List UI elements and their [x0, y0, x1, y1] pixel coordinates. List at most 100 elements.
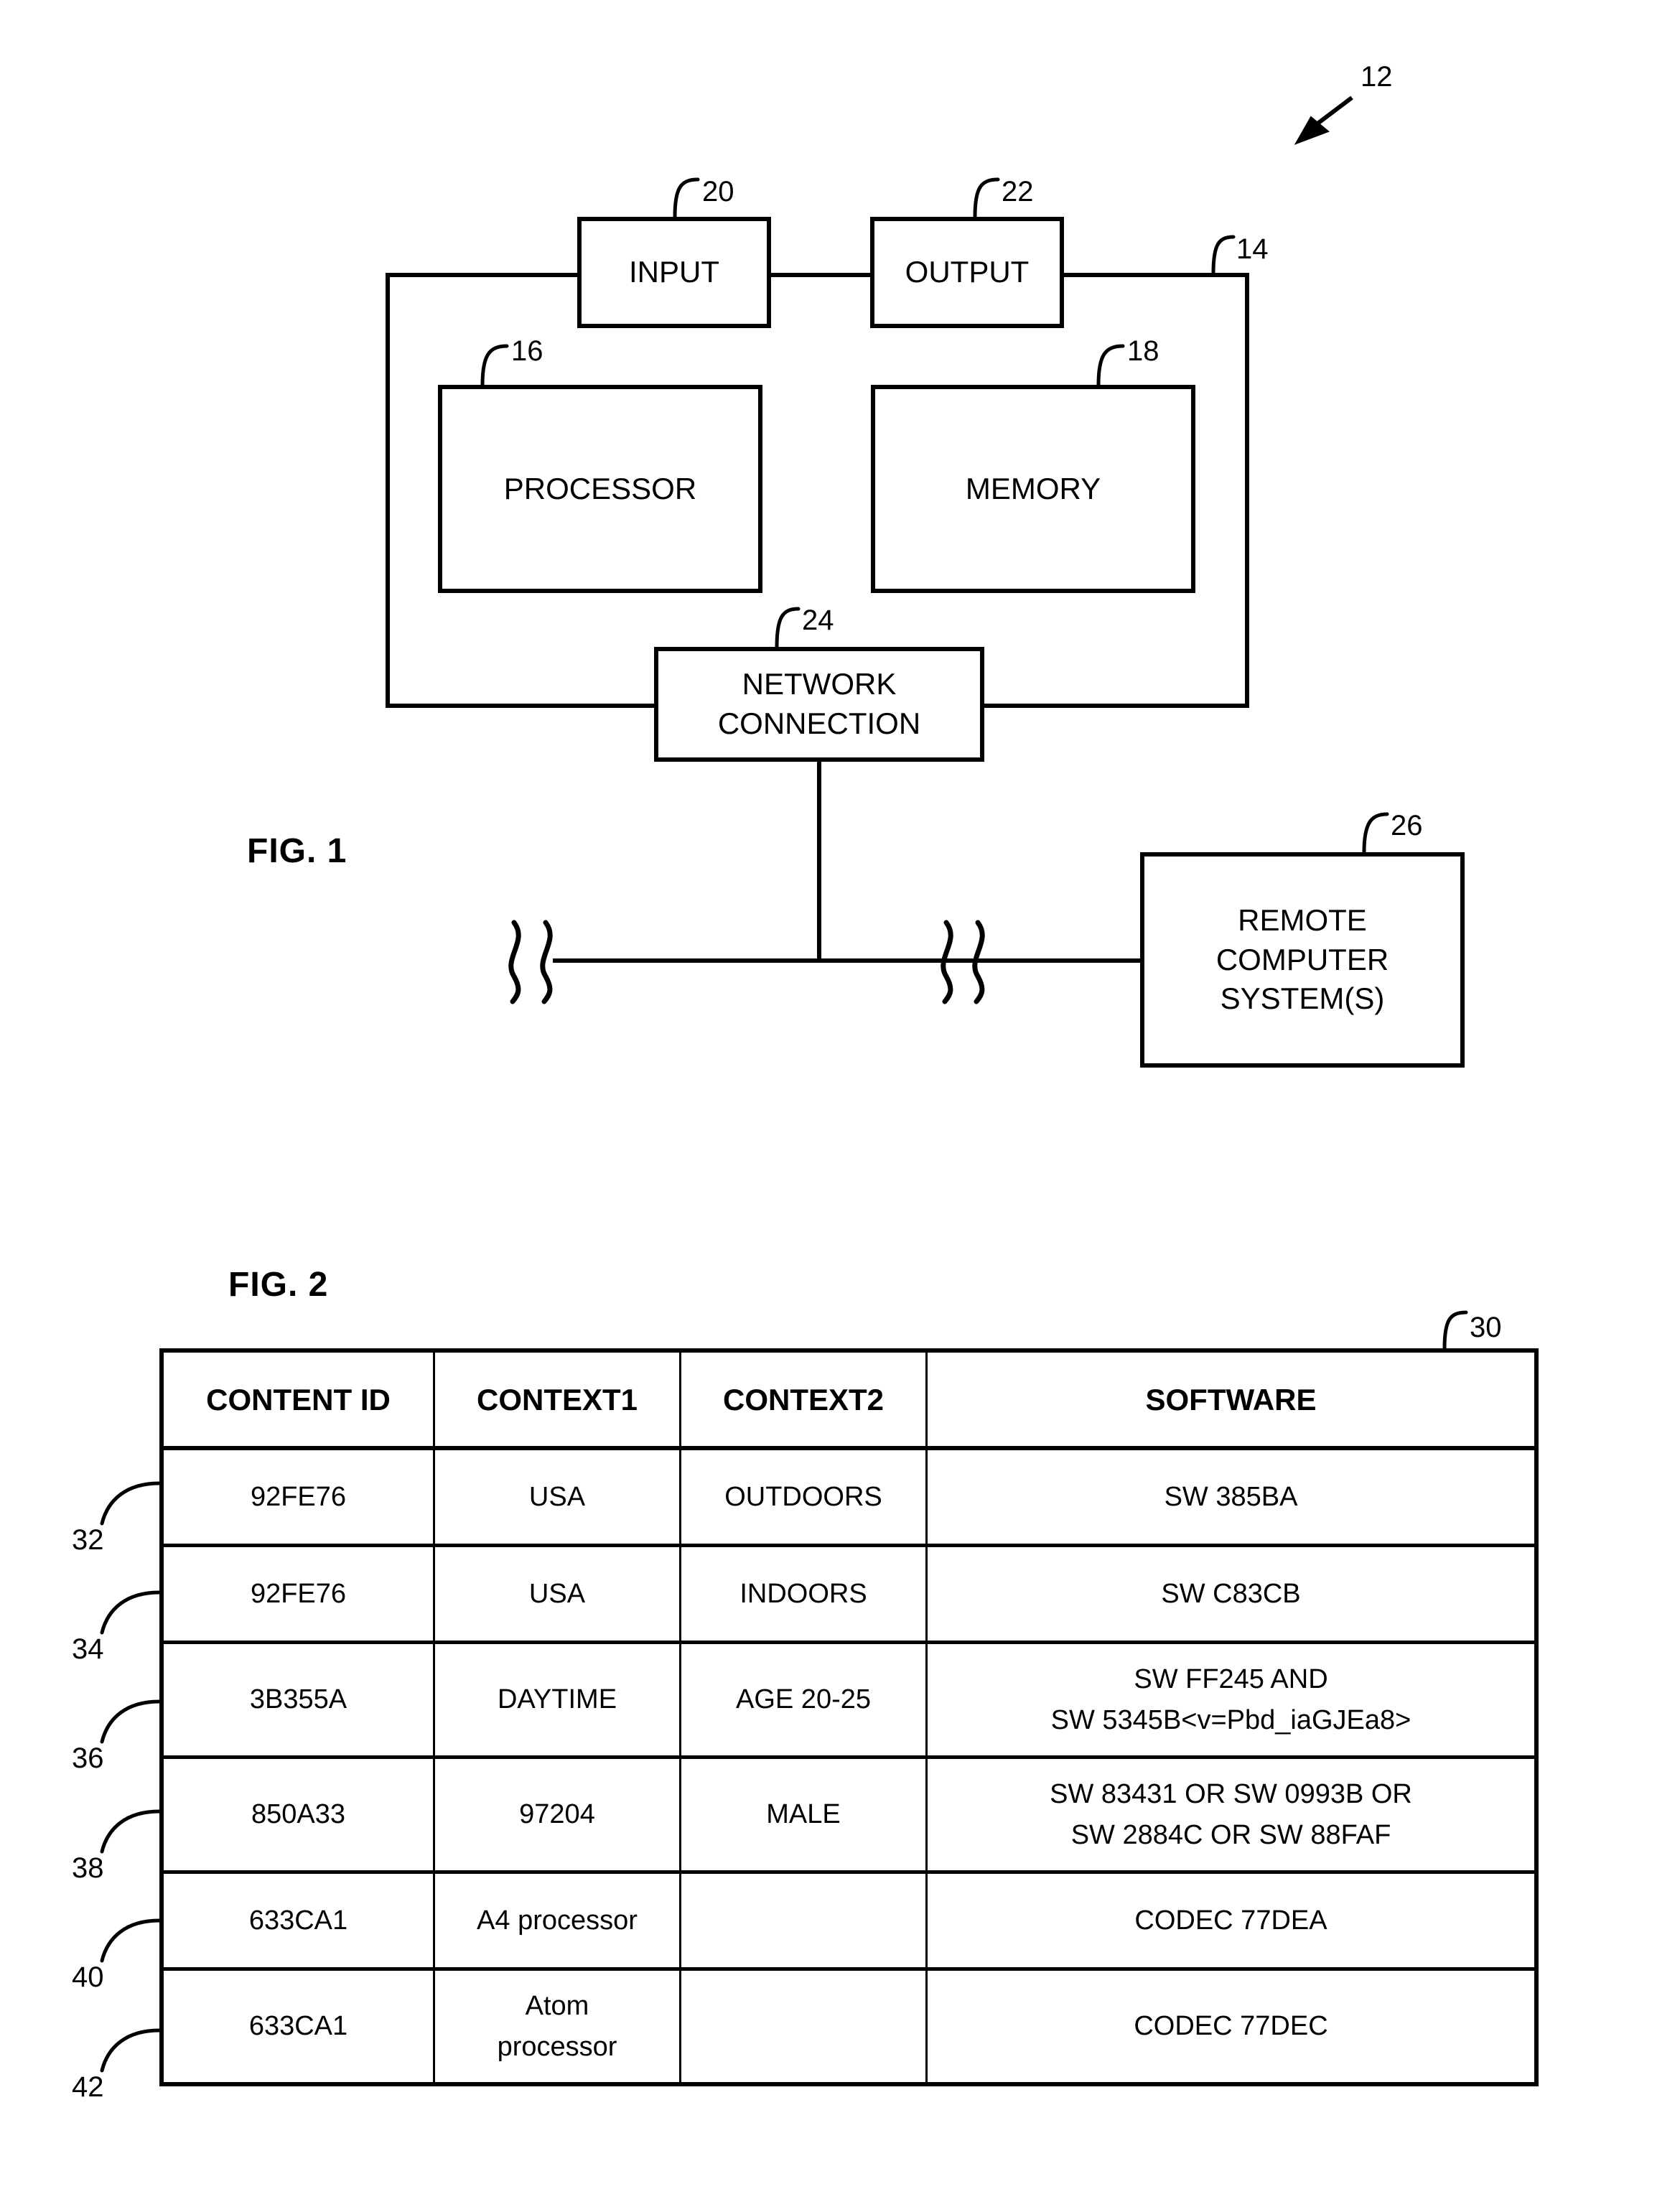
ref-numeral-24: 24 — [802, 605, 834, 636]
table-row: 92FE76 USA INDOORS SW C83CB — [159, 1544, 1539, 1644]
ref-numeral-34: 34 — [72, 1633, 104, 1665]
table-header-row: CONTENT ID CONTEXT1 CONTEXT2 SOFTWARE — [159, 1348, 1539, 1450]
output-block: OUTPUT — [870, 217, 1064, 328]
leader-line-42 — [100, 2028, 162, 2073]
system-reference-arrow-12 — [1304, 95, 1353, 135]
leader-line-34 — [100, 1590, 162, 1635]
leader-line-30 — [1442, 1310, 1468, 1350]
leader-line-18 — [1096, 344, 1125, 387]
cell-context2 — [679, 1967, 928, 2086]
ref-numeral-16: 16 — [511, 335, 543, 367]
bus-break-symbol-left — [508, 920, 553, 1004]
ref-numeral-42: 42 — [72, 2071, 104, 2103]
figure-1-caption: FIG. 1 — [247, 832, 347, 870]
remote-computer-system-label-line3: SYSTEM(S) — [1220, 981, 1385, 1016]
leader-line-22 — [973, 177, 1000, 219]
cell-content-id: 3B355A — [159, 1641, 435, 1759]
leader-line-24 — [775, 607, 801, 649]
network-connection-block: NETWORK CONNECTION — [654, 647, 984, 762]
ref-numeral-12: 12 — [1361, 61, 1393, 93]
leader-line-38 — [100, 1809, 162, 1854]
cell-context1: Atom processor — [433, 1967, 681, 2086]
cell-software: SW FF245 AND SW 5345B<v=Pbd_iaGJEa8> — [925, 1641, 1539, 1759]
network-connection-label-line1: NETWORK — [742, 667, 897, 701]
cell-software-line1: CODEC 77DEA — [1134, 1905, 1327, 1936]
cell-context1-line1: Atom — [525, 1990, 589, 2021]
content-software-table: CONTENT ID CONTEXT1 CONTEXT2 SOFTWARE 92… — [159, 1348, 1539, 2086]
cell-context2: INDOORS — [679, 1544, 928, 1644]
column-header-content-id: CONTENT ID — [159, 1348, 435, 1450]
remote-computer-system-block: REMOTE COMPUTER SYSTEM(S) — [1140, 852, 1465, 1068]
ref-numeral-30: 30 — [1470, 1312, 1502, 1343]
cell-software-line2: SW 5345B<v=Pbd_iaGJEa8> — [1050, 1704, 1411, 1735]
cell-context1: DAYTIME — [433, 1641, 681, 1759]
cell-software-line1: CODEC 77DEC — [1134, 2011, 1328, 2041]
input-block: INPUT — [577, 217, 771, 328]
cell-context1: USA — [433, 1446, 681, 1547]
enclosure-bottom-right-segment — [981, 704, 1249, 708]
cell-content-id: 92FE76 — [159, 1544, 435, 1644]
figure-2-caption: FIG. 2 — [228, 1266, 329, 1304]
cell-context2: AGE 20-25 — [679, 1641, 928, 1759]
leader-line-14 — [1211, 235, 1236, 275]
ref-numeral-18: 18 — [1127, 335, 1159, 367]
memory-block-label: MEMORY — [965, 471, 1101, 505]
enclosure-top-left-segment — [386, 273, 579, 277]
ref-numeral-14: 14 — [1236, 233, 1269, 265]
ref-numeral-36: 36 — [72, 1742, 104, 1774]
leader-line-26 — [1362, 812, 1389, 854]
enclosure-bottom-left-segment — [386, 704, 658, 708]
cell-software: SW 83431 OR SW 0993B OR SW 2884C OR SW 8… — [925, 1755, 1539, 1874]
remote-computer-system-label-line1: REMOTE — [1238, 903, 1367, 938]
ref-numeral-20: 20 — [702, 176, 734, 207]
network-connection-label-line2: CONNECTION — [717, 706, 921, 740]
cell-software-line1: SW FF245 AND — [1134, 1663, 1328, 1694]
cell-content-id: 92FE76 — [159, 1446, 435, 1547]
remote-computer-system-label-line2: COMPUTER — [1215, 942, 1389, 976]
memory-block: MEMORY — [871, 385, 1195, 593]
enclosure-left-edge — [386, 273, 390, 708]
column-header-context1: CONTEXT1 — [433, 1348, 681, 1450]
ref-numeral-32: 32 — [72, 1524, 104, 1556]
network-bus-line — [553, 958, 1142, 963]
cell-software-line1: SW 385BA — [1164, 1481, 1298, 1512]
cell-context1: USA — [433, 1544, 681, 1644]
enclosure-top-right-segment — [1061, 273, 1249, 277]
cell-content-id: 850A33 — [159, 1755, 435, 1874]
ref-numeral-26: 26 — [1391, 810, 1423, 841]
cell-context1: 97204 — [433, 1755, 681, 1874]
processor-block: PROCESSOR — [438, 385, 762, 593]
output-block-label: OUTPUT — [905, 255, 1030, 289]
cell-software: CODEC 77DEC — [925, 1967, 1539, 2086]
ref-numeral-40: 40 — [72, 1961, 104, 1993]
cell-context1-line2: processor — [497, 2031, 617, 2062]
column-header-software: SOFTWARE — [925, 1348, 1539, 1450]
cell-content-id: 633CA1 — [159, 1870, 435, 1971]
patent-figure-sheet: INPUT OUTPUT PROCESSOR MEMORY NETWORK CO… — [0, 0, 1680, 2212]
table-row: 850A33 97204 MALE SW 83431 OR SW 0993B O… — [159, 1755, 1539, 1874]
leader-line-36 — [100, 1699, 162, 1744]
processor-block-label: PROCESSOR — [503, 471, 697, 505]
system-reference-arrowhead-12 — [1294, 116, 1330, 145]
network-bus-stem — [817, 762, 821, 963]
cell-context1: A4 processor — [433, 1870, 681, 1971]
column-header-context2: CONTEXT2 — [679, 1348, 928, 1450]
table-row: 633CA1 Atom processor CODEC 77DEC — [159, 1967, 1539, 2086]
cell-context2: OUTDOORS — [679, 1446, 928, 1547]
leader-line-40 — [100, 1918, 162, 1963]
cell-context2: MALE — [679, 1755, 928, 1874]
input-block-label: INPUT — [629, 255, 719, 289]
cell-software-line1: SW 83431 OR SW 0993B OR — [1050, 1778, 1412, 1809]
table-row: 3B355A DAYTIME AGE 20-25 SW FF245 AND SW… — [159, 1641, 1539, 1759]
cell-software: SW 385BA — [925, 1446, 1539, 1547]
cell-content-id: 633CA1 — [159, 1967, 435, 2086]
cell-software-line1: SW C83CB — [1161, 1578, 1301, 1609]
leader-line-32 — [100, 1481, 162, 1526]
ref-numeral-38: 38 — [72, 1852, 104, 1884]
ref-numeral-22: 22 — [1002, 176, 1034, 207]
table-row: 633CA1 A4 processor CODEC 77DEA — [159, 1870, 1539, 1971]
leader-line-20 — [673, 177, 700, 219]
table-row: 92FE76 USA OUTDOORS SW 385BA — [159, 1446, 1539, 1547]
cell-software: CODEC 77DEA — [925, 1870, 1539, 1971]
input-output-connector — [767, 273, 874, 277]
